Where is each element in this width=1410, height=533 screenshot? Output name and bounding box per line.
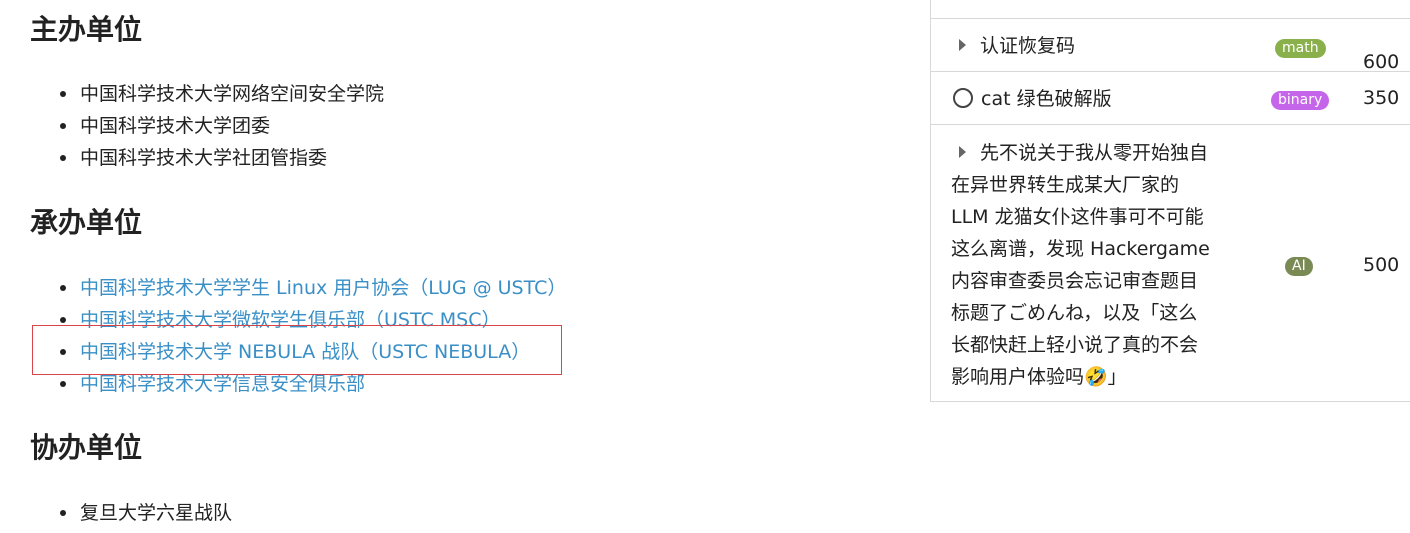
challenge-row[interactable]: 认证恢复码 math 600 [931, 19, 1410, 72]
circle-icon [953, 87, 973, 108]
list-item: 中国科学技术大学团委 [60, 110, 384, 142]
caret-right-icon [959, 38, 966, 51]
list-item: 复旦大学六星战队 [60, 497, 232, 529]
category-badge: AI [1285, 257, 1313, 276]
challenge-title: 认证恢复码 [951, 30, 1075, 62]
highlight-box [32, 325, 562, 375]
list-item: 中国科学技术大学学生 Linux 用户协会（LUG @ USTC） [60, 272, 566, 304]
challenge-title: 先不说关于我从零开始独自 在异世界转生成某大厂家的 LLM 龙猫女仆这件事可不可… [951, 142, 1210, 388]
host-heading: 主办单位 [30, 13, 143, 46]
challenge-title: cat 绿色破解版 [951, 83, 1112, 115]
challenge-score: 600 [1363, 51, 1400, 73]
challenge-row-partial[interactable] [931, 0, 1410, 19]
challenge-list: 认证恢复码 math 600 cat 绿色破解版 binary 350 先不说关… [930, 0, 1410, 402]
category-badge: binary [1271, 91, 1330, 110]
challenge-row[interactable]: cat 绿色破解版 binary 350 [931, 72, 1410, 125]
coorganizer-list: 复旦大学六星战队 [60, 497, 232, 529]
category-badge: math [1275, 39, 1326, 58]
caret-right-icon [959, 145, 966, 158]
challenge-score: 500 [1363, 254, 1400, 276]
security-club-link[interactable]: 中国科学技术大学信息安全俱乐部 [80, 373, 365, 395]
organizer-heading: 承办单位 [30, 206, 143, 239]
challenge-score: 350 [1363, 87, 1400, 109]
list-item: 中国科学技术大学网络空间安全学院 [60, 78, 384, 110]
lug-link[interactable]: 中国科学技术大学学生 Linux 用户协会（LUG @ USTC） [80, 277, 566, 299]
host-list: 中国科学技术大学网络空间安全学院 中国科学技术大学团委 中国科学技术大学社团管指… [60, 78, 384, 174]
challenge-row[interactable]: 先不说关于我从零开始独自 在异世界转生成某大厂家的 LLM 龙猫女仆这件事可不可… [931, 125, 1410, 402]
coorganizer-heading: 协办单位 [30, 431, 143, 464]
list-item: 中国科学技术大学社团管指委 [60, 142, 384, 174]
